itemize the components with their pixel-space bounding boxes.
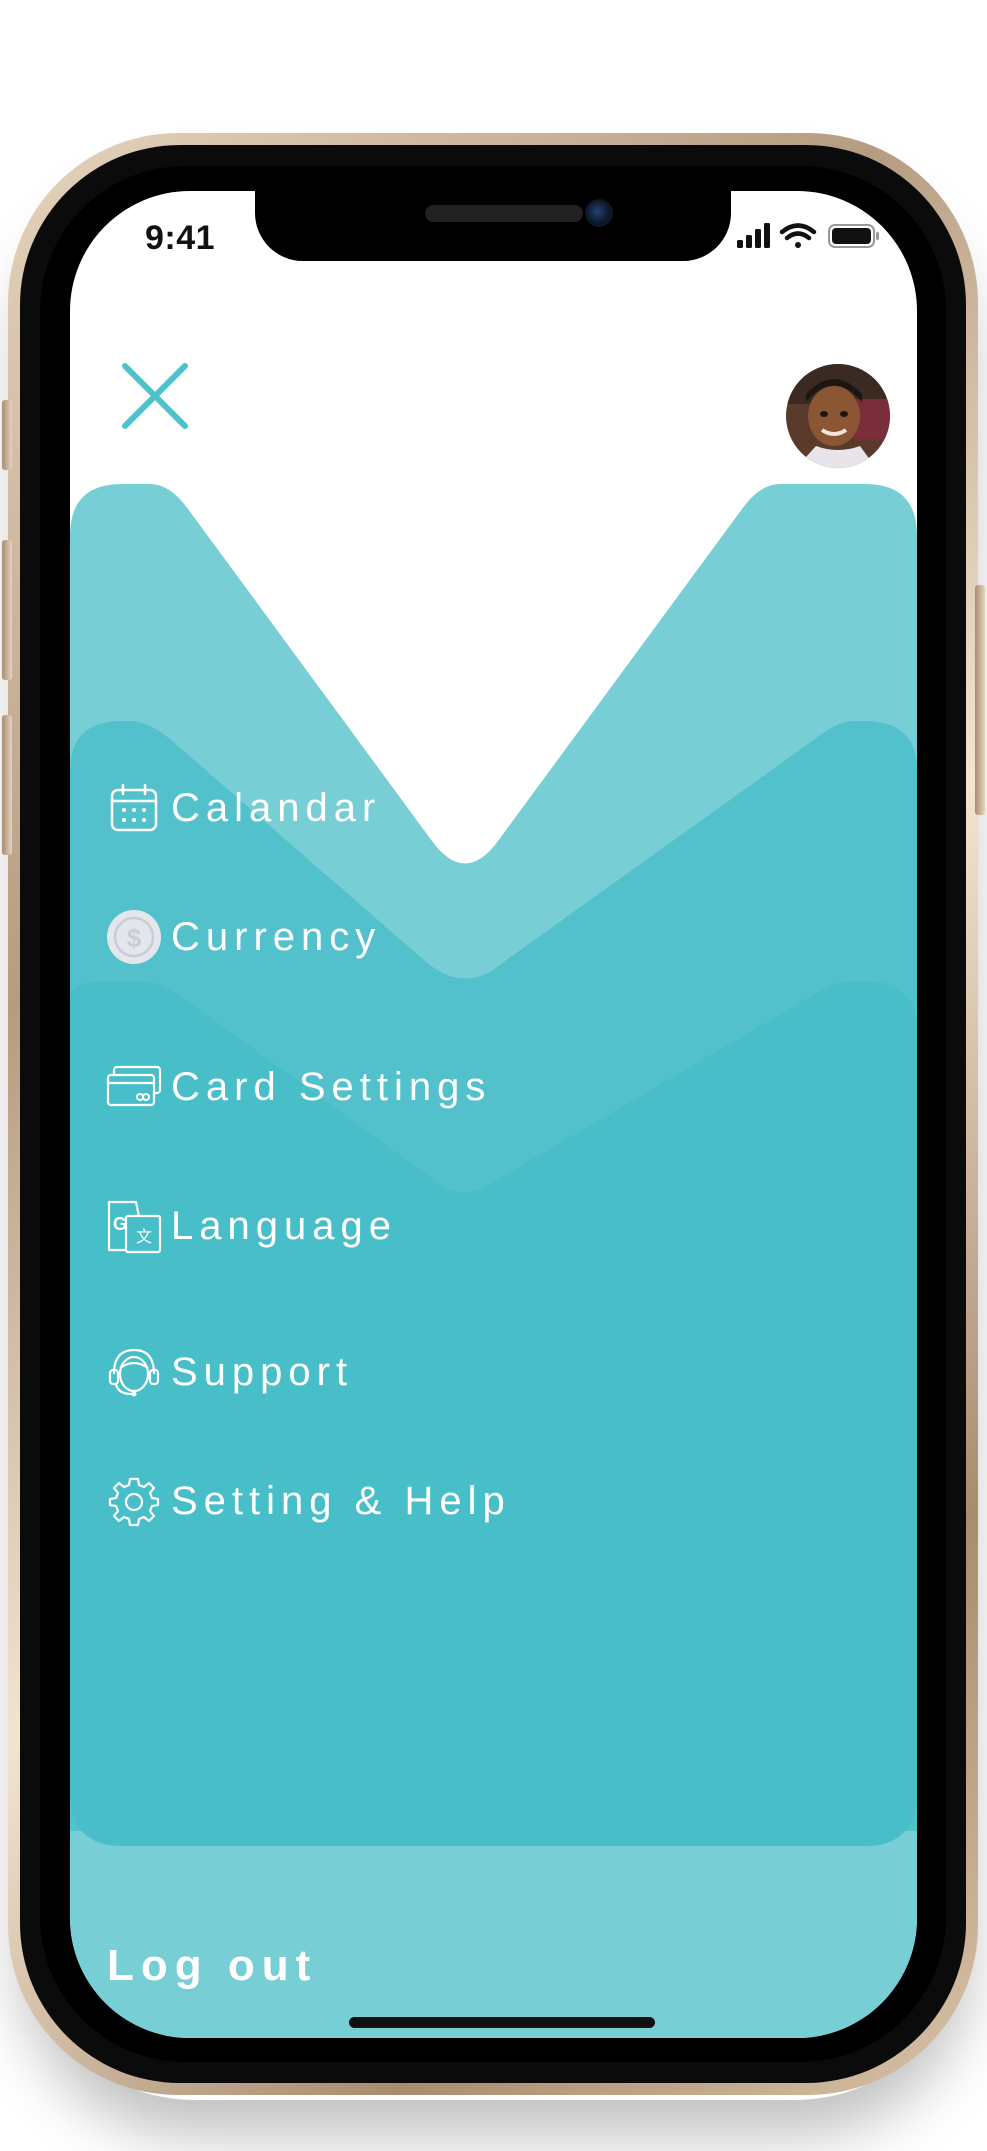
calendar-icon [105, 779, 163, 837]
power-button [975, 585, 985, 815]
menu-item-label: Calandar [171, 785, 382, 830]
earpiece-speaker [425, 205, 583, 222]
credit-card-icon [105, 1058, 163, 1116]
menu-item-support[interactable]: Support [105, 1337, 353, 1407]
svg-text:$: $ [127, 923, 142, 953]
menu-item-setting-help[interactable]: Setting & Help [105, 1466, 511, 1536]
notch [255, 191, 731, 261]
volume-down-button [2, 715, 12, 855]
menu-item-label: Currency [171, 914, 382, 959]
menu-item-card-settings[interactable]: Card Settings [105, 1052, 491, 1122]
menu-item-label: Support [171, 1349, 354, 1394]
gear-icon [105, 1472, 163, 1530]
svg-text:文: 文 [136, 1228, 152, 1246]
volume-up-button [2, 540, 12, 680]
front-camera [585, 199, 613, 227]
app-screen: 9:41 Calandar $ Currency Card Settings G… [70, 191, 917, 2038]
menu-item-label: Language [171, 1203, 397, 1248]
headset-icon [105, 1343, 163, 1401]
home-indicator [349, 2017, 655, 2028]
menu-item-currency[interactable]: $ Currency [105, 902, 381, 972]
dollar-coin-icon: $ [105, 908, 163, 966]
mute-switch [2, 400, 12, 470]
menu-item-language[interactable]: G 文 Language [105, 1191, 397, 1261]
menu-item-calendar[interactable]: Calandar [105, 773, 381, 843]
menu-item-label: Card Settings [171, 1064, 492, 1109]
menu-item-label: Setting & Help [171, 1478, 511, 1523]
svg-text:G: G [113, 1214, 127, 1234]
logout-button[interactable]: Log out [107, 1941, 317, 1991]
translate-icon: G 文 [105, 1197, 163, 1255]
